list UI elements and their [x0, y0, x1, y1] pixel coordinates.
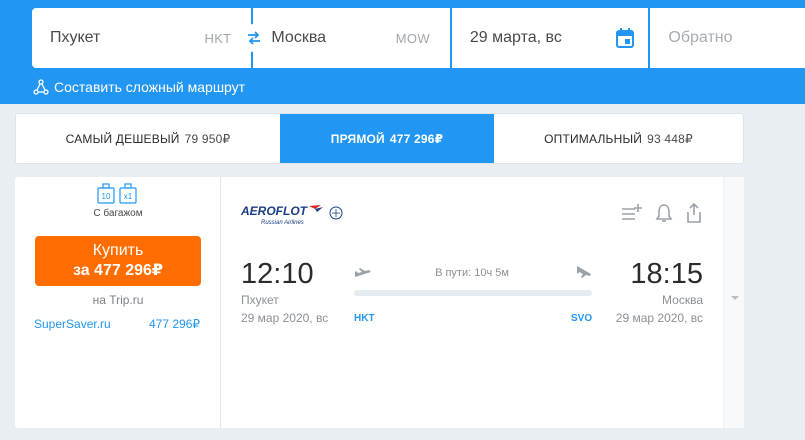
- origin-field[interactable]: Пхукет HKT: [32, 8, 252, 68]
- ticket-buy-section: 10 x1 С багажом Купить за 477 296₽ на Tr…: [15, 177, 221, 428]
- destination-field[interactable]: Москва MOW: [253, 8, 450, 68]
- price-alert-bell-icon[interactable]: [655, 203, 673, 223]
- svg-text:10: 10: [102, 192, 111, 201]
- baggage-icons: 10 x1: [97, 183, 137, 205]
- svg-text:AEROFLOT: AEROFLOT: [241, 204, 309, 218]
- search-form: Пхукет HKT Москва MOW 29 марта, вс Обрат…: [32, 8, 805, 68]
- landing-icon: [577, 266, 591, 278]
- flight-duration: В пути: 10ч 5м: [435, 267, 509, 279]
- tab-direct[interactable]: ПРЯМОЙ 477 296₽: [280, 114, 494, 163]
- departure-airport-code: HKT: [354, 313, 375, 324]
- tab-optimal[interactable]: ОПТИМАЛЬНЫЙ 93 448₽: [494, 114, 743, 163]
- alt-agent-link[interactable]: SuperSaver.ru: [34, 317, 111, 331]
- departure-city: Пхукет: [241, 293, 279, 307]
- svg-text:Russian Airlines: Russian Airlines: [261, 220, 304, 226]
- arrival-airport-code: SVO: [571, 313, 593, 324]
- tab-cheapest[interactable]: САМЫЙ ДЕШЕВЫЙ 79 950₽: [16, 114, 280, 163]
- route-line: [354, 290, 592, 296]
- aeroflot-logo: AEROFLOT Russian Airlines: [241, 204, 343, 226]
- baggage-icon: x1: [119, 183, 137, 204]
- tab-direct-price: 477 296₽: [389, 131, 444, 146]
- departure-date: 29 марта, вс: [469, 29, 562, 46]
- takeoff-icon: [355, 268, 371, 277]
- return-date-placeholder: Обратно: [668, 29, 733, 46]
- flight-details: AEROFLOT Russian Airlines 12:10 18:15 В …: [221, 177, 723, 428]
- ticket-card: 10 x1 С багажом Купить за 477 296₽ на Tr…: [15, 177, 744, 428]
- calendar-icon: [616, 28, 635, 48]
- buy-button-label: Купить: [92, 242, 144, 259]
- tab-cheapest-label: САМЫЙ ДЕШЕВЫЙ: [65, 131, 180, 146]
- departure-time: 12:10: [241, 258, 314, 290]
- departure-date-label: 29 мар 2020, вс: [241, 311, 329, 325]
- complex-route-label: Составить сложный маршрут: [54, 79, 246, 95]
- hand-luggage-icon: 10: [97, 183, 115, 204]
- swap-icon: [248, 31, 260, 45]
- tab-optimal-label: ОПТИМАЛЬНЫЙ: [544, 131, 643, 146]
- return-date-field[interactable]: Обратно: [650, 8, 805, 68]
- complex-route-link[interactable]: Составить сложный маршрут: [33, 79, 245, 95]
- tab-cheapest-price: 79 950₽: [184, 131, 231, 146]
- arrival-city: Москва: [662, 293, 703, 307]
- baggage-label: С багажом: [93, 208, 143, 219]
- sort-tabs: САМЫЙ ДЕШЕВЫЙ 79 950₽ ПРЯМОЙ 477 296₽ ОП…: [15, 113, 744, 164]
- share-icon[interactable]: [685, 203, 703, 223]
- tab-direct-label: ПРЯМОЙ: [330, 131, 385, 146]
- chevron-down-icon: [731, 296, 739, 300]
- swap-directions-button[interactable]: [240, 24, 268, 52]
- tab-optimal-price: 93 448₽: [647, 131, 693, 146]
- destination-iata: MOW: [395, 31, 430, 46]
- route-nodes-icon: [33, 79, 49, 95]
- origin-city: Пхукет: [50, 29, 101, 46]
- departure-date-field[interactable]: 29 марта, вс: [451, 8, 649, 68]
- svg-text:x1: x1: [124, 192, 133, 201]
- buy-button-price: за 477 296₽: [72, 262, 164, 279]
- arrival-date-label: 29 мар 2020, вс: [615, 311, 703, 325]
- ticket-actions: [621, 203, 703, 223]
- buy-button[interactable]: Купить за 477 296₽: [35, 236, 201, 286]
- alt-agent-price[interactable]: 477 296₽: [149, 317, 200, 331]
- add-to-list-icon[interactable]: [621, 203, 643, 223]
- arrival-time: 18:15: [630, 258, 703, 290]
- origin-iata: HKT: [204, 31, 232, 46]
- expand-ticket-strip[interactable]: [723, 177, 744, 428]
- vendor-name: на Trip.ru: [92, 293, 144, 307]
